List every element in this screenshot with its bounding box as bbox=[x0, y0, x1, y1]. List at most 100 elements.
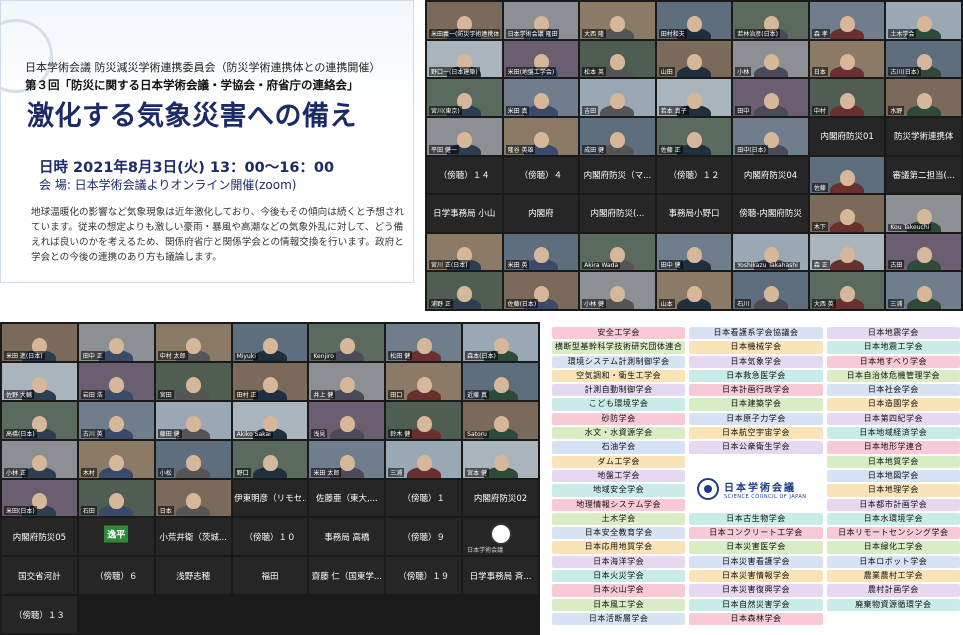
participant-video-tile[interactable]: 石田 bbox=[78, 479, 154, 517]
participant-video-tile[interactable]: Akiko Sakai bbox=[232, 401, 308, 439]
participant-video-tile[interactable]: 松田 健 bbox=[386, 324, 462, 361]
participant-video-tile[interactable]: 日本学術会議 隆田 bbox=[503, 2, 579, 39]
participant-tile-no-video[interactable]: （傍聴）１３ bbox=[2, 596, 77, 633]
participant-video-tile[interactable]: 田村 正 bbox=[232, 362, 308, 400]
participant-video-tile[interactable]: 日本 bbox=[809, 40, 885, 78]
participant-video-tile[interactable]: 吉田 bbox=[580, 79, 655, 116]
participant-video-tile[interactable]: 小松 bbox=[155, 440, 231, 478]
participant-video-tile[interactable]: 米田(日本) bbox=[2, 479, 77, 517]
participant-video-tile[interactable]: 田村和夫 bbox=[656, 2, 732, 39]
participant-video-tile[interactable]: 田口 bbox=[386, 362, 462, 400]
participant-video-tile[interactable]: 古田 bbox=[886, 233, 961, 271]
participant-video-tile[interactable]: 田中 健 bbox=[656, 233, 732, 271]
participant-video-tile[interactable]: 水野 bbox=[886, 79, 961, 116]
participant-tile-no-video[interactable]: 日学事務局 斉... bbox=[463, 557, 538, 595]
participant-video-tile[interactable]: Kou Takeuchi bbox=[886, 195, 961, 232]
participant-tile-no-video[interactable]: （傍聴）１０ bbox=[232, 518, 308, 556]
participant-tile-no-video[interactable]: （傍聴）１ bbox=[386, 479, 462, 517]
participant-video-tile[interactable]: 古川(日本) bbox=[886, 40, 961, 78]
participant-tile-no-video[interactable]: 内閣府 bbox=[503, 195, 579, 232]
participant-video-tile[interactable]: 浦野 正 bbox=[427, 272, 502, 309]
participant-video-tile[interactable]: 佐藤 bbox=[809, 156, 885, 194]
participant-tile-no-video[interactable]: 逸平 bbox=[78, 518, 154, 556]
participant-video-tile[interactable]: 藤田 健 bbox=[155, 401, 231, 439]
participant-video-tile[interactable]: 日本 bbox=[155, 479, 231, 517]
participant-video-tile[interactable]: 森 正 bbox=[809, 233, 885, 271]
participant-tile-no-video[interactable]: 伊東明彦（リモセ... bbox=[232, 479, 308, 517]
participant-video-tile[interactable]: 大西 隆 bbox=[580, 2, 655, 39]
participant-video-tile[interactable]: 山本 bbox=[656, 272, 732, 309]
participant-video-tile[interactable]: 宮川 正(日本) bbox=[427, 233, 502, 271]
participant-video-tile[interactable]: 野口 bbox=[232, 440, 308, 478]
participant-video-tile[interactable]: Kenjiro bbox=[309, 324, 385, 361]
participant-tile-no-video[interactable]: 福田 bbox=[232, 557, 308, 595]
participant-tile-no-video[interactable]: （傍聴）１４ bbox=[427, 156, 502, 194]
participant-video-tile[interactable]: 隆谷 英雄 bbox=[503, 117, 579, 155]
participant-tile-no-video[interactable]: 内閣府防災04 bbox=[733, 156, 808, 194]
participant-video-tile[interactable]: 宮田 bbox=[155, 362, 231, 400]
participant-video-tile[interactable]: 井上 健 bbox=[309, 362, 385, 400]
participant-video-tile[interactable]: 鈴木 健 bbox=[386, 401, 462, 439]
participant-video-tile[interactable]: 松本 英 bbox=[580, 40, 655, 78]
participant-video-tile[interactable]: 木村 bbox=[78, 440, 154, 478]
participant-video-tile[interactable]: 田中(日本) bbox=[733, 117, 808, 155]
participant-tile-no-video[interactable]: 浅野志穂 bbox=[155, 557, 231, 595]
participant-video-tile[interactable]: 野口一(日本建築) bbox=[427, 40, 502, 78]
participant-video-tile[interactable]: 小林 正 bbox=[2, 440, 77, 478]
participant-tile-no-video[interactable]: 内閣府防災01 bbox=[809, 117, 885, 155]
participant-video-tile[interactable]: 近藤 真 bbox=[463, 362, 538, 400]
participant-video-tile[interactable]: 木下 bbox=[809, 195, 885, 232]
participant-video-tile[interactable]: 佐藤(日本) bbox=[503, 272, 579, 309]
participant-video-tile[interactable]: Miyuki bbox=[232, 324, 308, 361]
participant-tile-no-video[interactable]: 事務局 高橋 bbox=[309, 518, 385, 556]
participant-tile-no-video[interactable]: 日本学術会議 bbox=[463, 518, 538, 556]
participant-video-tile[interactable]: 古川 英 bbox=[78, 401, 154, 439]
participant-tile-no-video[interactable]: （傍聴）１２ bbox=[656, 156, 732, 194]
participant-tile-no-video[interactable]: 日学事務局 小山 bbox=[427, 195, 502, 232]
participant-video-tile[interactable]: 浅見 bbox=[309, 401, 385, 439]
participant-video-tile[interactable]: 森 孝 bbox=[809, 2, 885, 39]
participant-video-tile[interactable]: 米田 進(日本) bbox=[2, 324, 77, 361]
participant-video-tile[interactable]: 石川 bbox=[733, 272, 808, 309]
participant-video-tile[interactable]: 平田 健一 bbox=[427, 117, 502, 155]
participant-tile-no-video[interactable]: 国交省河計 bbox=[2, 557, 77, 595]
participant-video-tile[interactable]: 森本(日本) bbox=[463, 324, 538, 361]
participant-video-tile[interactable]: Satoru bbox=[463, 401, 538, 439]
participant-tile-no-video[interactable]: （傍聴）９ bbox=[386, 518, 462, 556]
participant-tile-no-video[interactable]: （傍聴）６ bbox=[78, 557, 154, 595]
participant-tile-no-video[interactable]: 齋藤 仁（国東学... bbox=[309, 557, 385, 595]
participant-video-tile[interactable]: Yoshikazu Takahashi bbox=[733, 233, 808, 271]
participant-tile-no-video[interactable]: 内閣府防災（マ... bbox=[580, 156, 655, 194]
participant-video-tile[interactable]: 小林 健 bbox=[580, 272, 655, 309]
participant-video-tile[interactable]: 米田(地盤工学会) bbox=[503, 40, 579, 78]
participant-video-tile[interactable]: 宮川(東京) bbox=[427, 79, 502, 116]
participant-tile-no-video[interactable]: （傍聴）１９ bbox=[386, 557, 462, 595]
participant-video-tile[interactable]: 佐野 大輔 bbox=[2, 362, 77, 400]
participant-video-tile[interactable]: 山田 bbox=[656, 40, 732, 78]
participant-video-tile[interactable]: 土木学会 bbox=[886, 2, 961, 39]
participant-video-tile[interactable]: 若林治彦(日本) bbox=[733, 2, 808, 39]
participant-video-tile[interactable]: 佐藤 正 bbox=[656, 117, 732, 155]
participant-tile-no-video[interactable]: 小荒井衛（茨城... bbox=[155, 518, 231, 556]
participant-video-tile[interactable]: 高橋(日本) bbox=[2, 401, 77, 439]
participant-video-tile[interactable]: 米田 英 bbox=[503, 233, 579, 271]
participant-tile-no-video[interactable]: 内閣府防災05 bbox=[2, 518, 77, 556]
participant-video-tile[interactable]: 米田 太郎 bbox=[309, 440, 385, 478]
participant-video-tile[interactable]: 田中 正 bbox=[78, 324, 154, 361]
participant-tile-no-video[interactable]: 防災学術連携体 bbox=[886, 117, 961, 155]
participant-tile-no-video[interactable]: 事務局小野口 bbox=[656, 195, 732, 232]
participant-tile-no-video[interactable]: 佐藤亜（東大,... bbox=[309, 479, 385, 517]
participant-video-tile[interactable]: 三浦 bbox=[886, 272, 961, 309]
participant-tile-no-video[interactable]: 傍聴-内閣府防災 bbox=[733, 195, 808, 232]
participant-video-tile[interactable]: 大西 英 bbox=[809, 272, 885, 309]
participant-video-tile[interactable]: 三浦 bbox=[386, 440, 462, 478]
participant-tile-no-video[interactable]: 審議第二担当(... bbox=[886, 156, 961, 194]
participant-video-tile[interactable]: 宮本 健 bbox=[463, 440, 538, 478]
participant-video-tile[interactable]: 中村 bbox=[809, 79, 885, 116]
participant-video-tile[interactable]: 中村 太郎 bbox=[155, 324, 231, 361]
participant-video-tile[interactable]: Akira Wada bbox=[580, 233, 655, 271]
participant-video-tile[interactable]: 田中 bbox=[733, 79, 808, 116]
participant-video-tile[interactable]: 若本 真子 bbox=[656, 79, 732, 116]
participant-video-tile[interactable]: 小林 bbox=[733, 40, 808, 78]
participant-video-tile[interactable]: 成田 健 bbox=[580, 117, 655, 155]
